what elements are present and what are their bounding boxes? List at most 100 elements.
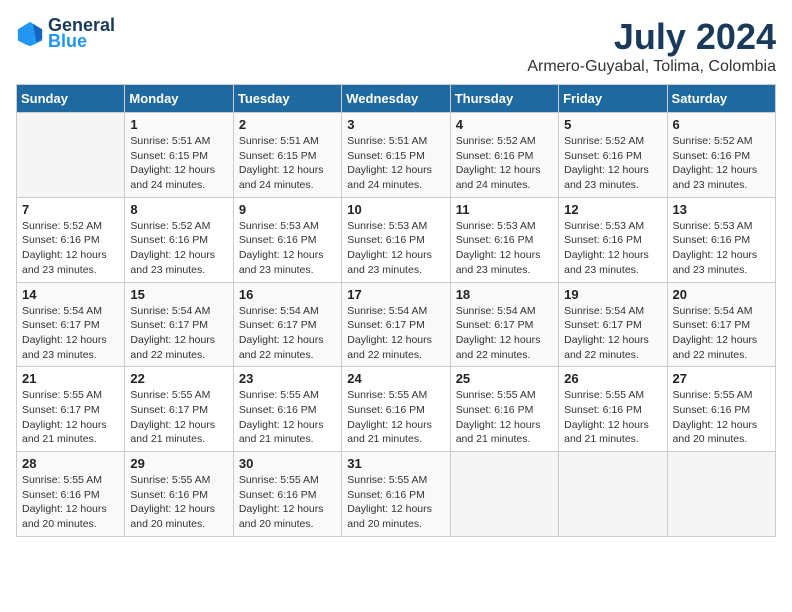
calendar-cell: 1 Sunrise: 5:51 AM Sunset: 6:15 PM Daylig… — [125, 113, 233, 198]
day-number: 15 — [130, 287, 227, 302]
day-number: 12 — [564, 202, 661, 217]
cell-info: Sunrise: 5:52 AM Sunset: 6:16 PM Dayligh… — [456, 134, 553, 193]
day-number: 23 — [239, 371, 336, 386]
calendar-week-row: 14 Sunrise: 5:54 AM Sunset: 6:17 PM Dayli… — [17, 282, 776, 367]
cell-info: Sunrise: 5:51 AM Sunset: 6:15 PM Dayligh… — [347, 134, 444, 193]
calendar-cell: 12 Sunrise: 5:53 AM Sunset: 6:16 PM Dayli… — [559, 197, 667, 282]
cell-info: Sunrise: 5:54 AM Sunset: 6:17 PM Dayligh… — [22, 304, 119, 363]
calendar-cell: 22 Sunrise: 5:55 AM Sunset: 6:17 PM Dayli… — [125, 367, 233, 452]
cell-info: Sunrise: 5:55 AM Sunset: 6:17 PM Dayligh… — [22, 388, 119, 447]
day-number: 5 — [564, 117, 661, 132]
calendar-cell: 30Sunrise: 5:55 AM Sunset: 6:16 PM Dayli… — [233, 452, 341, 537]
day-number: 26 — [564, 371, 661, 386]
calendar-cell: 24 Sunrise: 5:55 AM Sunset: 6:16 PM Dayli… — [342, 367, 450, 452]
cell-info: Sunrise: 5:53 AM Sunset: 6:16 PM Dayligh… — [239, 219, 336, 278]
day-number: 28 — [22, 456, 119, 471]
day-number: 4 — [456, 117, 553, 132]
weekday-header: Thursday — [450, 85, 558, 113]
cell-info: Sunrise: 5:55 AM Sunset: 6:16 PM Dayligh… — [456, 388, 553, 447]
calendar-cell: 15 Sunrise: 5:54 AM Sunset: 6:17 PM Dayli… — [125, 282, 233, 367]
cell-info: Sunrise: 5:55 AM Sunset: 6:16 PM Dayligh… — [239, 388, 336, 447]
weekday-header: Tuesday — [233, 85, 341, 113]
cell-info: Sunrise: 5:51 AM Sunset: 6:15 PM Dayligh… — [130, 134, 227, 193]
day-number: 27 — [673, 371, 770, 386]
calendar-cell: 3 Sunrise: 5:51 AM Sunset: 6:15 PM Daylig… — [342, 113, 450, 198]
calendar-cell: 28 Sunrise: 5:55 AM Sunset: 6:16 PM Dayli… — [17, 452, 125, 537]
calendar-week-row: 28 Sunrise: 5:55 AM Sunset: 6:16 PM Dayli… — [17, 452, 776, 537]
cell-info: Sunrise: 5:54 AM Sunset: 6:17 PM Dayligh… — [130, 304, 227, 363]
calendar-cell: 16 Sunrise: 5:54 AM Sunset: 6:17 PM Dayli… — [233, 282, 341, 367]
weekday-header: Monday — [125, 85, 233, 113]
weekday-header: Saturday — [667, 85, 775, 113]
day-number: 20 — [673, 287, 770, 302]
calendar-cell — [559, 452, 667, 537]
calendar-table: SundayMondayTuesdayWednesdayThursdayFrid… — [16, 84, 776, 537]
cell-info: Sunrise: 5:53 AM Sunset: 6:16 PM Dayligh… — [564, 219, 661, 278]
cell-info: Sunrise: 5:55 AM Sunset: 6:16 PM Dayligh… — [673, 388, 770, 447]
calendar-cell: 14 Sunrise: 5:54 AM Sunset: 6:17 PM Dayli… — [17, 282, 125, 367]
calendar-cell: 5Sunrise: 5:52 AM Sunset: 6:16 PM Daylig… — [559, 113, 667, 198]
weekday-header: Sunday — [17, 85, 125, 113]
calendar-week-row: 7 Sunrise: 5:52 AM Sunset: 6:16 PM Daylig… — [17, 197, 776, 282]
day-number: 11 — [456, 202, 553, 217]
calendar-cell: 23 Sunrise: 5:55 AM Sunset: 6:16 PM Dayli… — [233, 367, 341, 452]
calendar-cell: 21 Sunrise: 5:55 AM Sunset: 6:17 PM Dayli… — [17, 367, 125, 452]
day-number: 7 — [22, 202, 119, 217]
day-number: 17 — [347, 287, 444, 302]
day-number: 24 — [347, 371, 444, 386]
cell-info: Sunrise: 5:53 AM Sunset: 6:16 PM Dayligh… — [673, 219, 770, 278]
weekday-header: Friday — [559, 85, 667, 113]
calendar-cell: 27 Sunrise: 5:55 AM Sunset: 6:16 PM Dayli… — [667, 367, 775, 452]
cell-info: Sunrise: 5:52 AM Sunset: 6:16 PM Dayligh… — [22, 219, 119, 278]
calendar-cell — [17, 113, 125, 198]
calendar-cell: 17 Sunrise: 5:54 AM Sunset: 6:17 PM Dayli… — [342, 282, 450, 367]
calendar-cell: 11Sunrise: 5:53 AM Sunset: 6:16 PM Dayli… — [450, 197, 558, 282]
calendar-cell: 2Sunrise: 5:51 AM Sunset: 6:15 PM Daylig… — [233, 113, 341, 198]
day-number: 22 — [130, 371, 227, 386]
day-number: 2 — [239, 117, 336, 132]
calendar-cell: 25 Sunrise: 5:55 AM Sunset: 6:16 PM Dayli… — [450, 367, 558, 452]
cell-info: Sunrise: 5:55 AM Sunset: 6:16 PM Dayligh… — [564, 388, 661, 447]
cell-info: Sunrise: 5:54 AM Sunset: 6:17 PM Dayligh… — [347, 304, 444, 363]
cell-info: Sunrise: 5:54 AM Sunset: 6:17 PM Dayligh… — [239, 304, 336, 363]
day-number: 10 — [347, 202, 444, 217]
day-number: 19 — [564, 287, 661, 302]
calendar-cell: 18Sunrise: 5:54 AM Sunset: 6:17 PM Dayli… — [450, 282, 558, 367]
logo-icon — [16, 20, 44, 48]
day-number: 3 — [347, 117, 444, 132]
calendar-week-row: 1 Sunrise: 5:51 AM Sunset: 6:15 PM Daylig… — [17, 113, 776, 198]
day-number: 31 — [347, 456, 444, 471]
calendar-cell: 4 Sunrise: 5:52 AM Sunset: 6:16 PM Daylig… — [450, 113, 558, 198]
calendar-cell: 8Sunrise: 5:52 AM Sunset: 6:16 PM Daylig… — [125, 197, 233, 282]
cell-info: Sunrise: 5:55 AM Sunset: 6:16 PM Dayligh… — [22, 473, 119, 532]
day-number: 14 — [22, 287, 119, 302]
day-number: 9 — [239, 202, 336, 217]
day-number: 29 — [130, 456, 227, 471]
weekday-header: Wednesday — [342, 85, 450, 113]
cell-info: Sunrise: 5:55 AM Sunset: 6:16 PM Dayligh… — [347, 388, 444, 447]
calendar-cell: 9 Sunrise: 5:53 AM Sunset: 6:16 PM Daylig… — [233, 197, 341, 282]
main-title: July 2024 — [527, 16, 776, 58]
calendar-week-row: 21 Sunrise: 5:55 AM Sunset: 6:17 PM Dayli… — [17, 367, 776, 452]
logo: General Blue — [16, 16, 115, 52]
day-number: 30 — [239, 456, 336, 471]
cell-info: Sunrise: 5:55 AM Sunset: 6:16 PM Dayligh… — [347, 473, 444, 532]
calendar-cell: 13Sunrise: 5:53 AM Sunset: 6:16 PM Dayli… — [667, 197, 775, 282]
cell-info: Sunrise: 5:55 AM Sunset: 6:17 PM Dayligh… — [130, 388, 227, 447]
calendar-cell — [450, 452, 558, 537]
logo-text: General Blue — [48, 16, 115, 52]
cell-info: Sunrise: 5:54 AM Sunset: 6:17 PM Dayligh… — [564, 304, 661, 363]
day-number: 21 — [22, 371, 119, 386]
page-header: General Blue July 2024 Armero-Guyabal, T… — [16, 16, 776, 76]
subtitle: Armero-Guyabal, Tolima, Colombia — [527, 58, 776, 76]
day-number: 1 — [130, 117, 227, 132]
calendar-cell: 31 Sunrise: 5:55 AM Sunset: 6:16 PM Dayli… — [342, 452, 450, 537]
day-number: 16 — [239, 287, 336, 302]
calendar-cell: 19 Sunrise: 5:54 AM Sunset: 6:17 PM Dayli… — [559, 282, 667, 367]
calendar-cell: 26 Sunrise: 5:55 AM Sunset: 6:16 PM Dayli… — [559, 367, 667, 452]
calendar-cell: 6Sunrise: 5:52 AM Sunset: 6:16 PM Daylig… — [667, 113, 775, 198]
weekday-header-row: SundayMondayTuesdayWednesdayThursdayFrid… — [17, 85, 776, 113]
day-number: 25 — [456, 371, 553, 386]
calendar-cell: 10Sunrise: 5:53 AM Sunset: 6:16 PM Dayli… — [342, 197, 450, 282]
cell-info: Sunrise: 5:55 AM Sunset: 6:16 PM Dayligh… — [130, 473, 227, 532]
